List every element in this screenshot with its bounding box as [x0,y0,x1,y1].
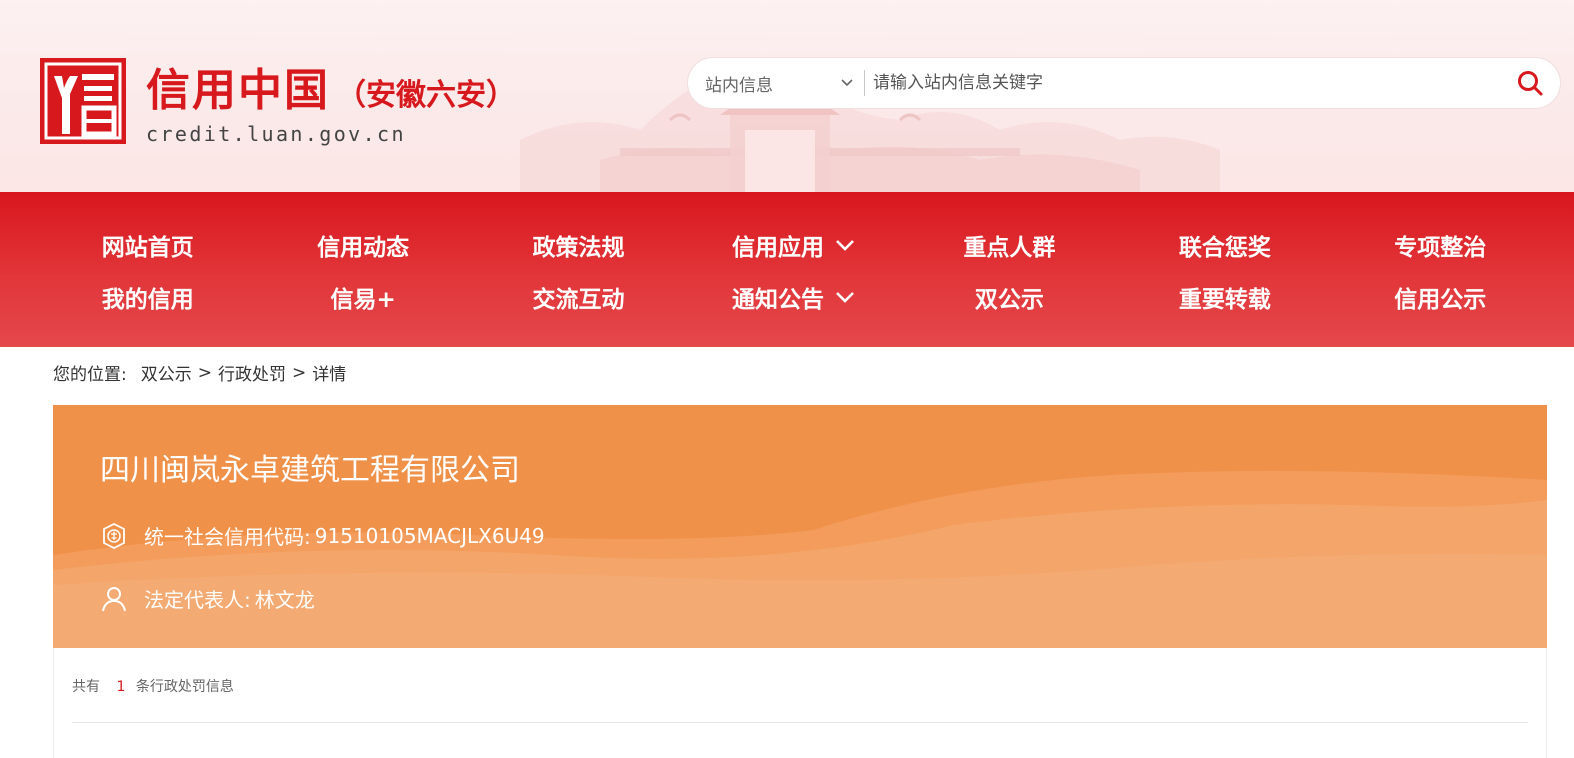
legal-rep-value: 林文龙 [254,588,315,612]
nav-item-notices[interactable]: 通知公告 [686,280,901,314]
breadcrumb-item-double-publicity[interactable]: 双公示 [141,360,192,385]
search-scope-value: 站内信息 [705,75,773,96]
nav-item-credit-news[interactable]: 信用动态 [255,228,470,262]
enterprise-badge-icon [103,522,125,549]
site-logo[interactable]: 信用中国 （安徽六安） credit.luan.gov.cn [40,58,516,146]
record-count-suffix: 条行政处罚信息 [135,679,234,695]
nav-item-double-publicity[interactable]: 双公示 [902,280,1117,314]
search-bar: 站内信息 [688,57,1560,109]
search-input[interactable] [865,57,1500,109]
credit-code-value: 91510105MACJLX6U49 [314,523,545,548]
company-banner: 四川闽岚永卓建筑工程有限公司 统一社会信用代码: 91510105MACJLX6… [53,405,1547,648]
main-nav: 网站首页 信用动态 政策法规 信用应用 重点人群 联合惩奖 专项整治 我的信用 … [0,192,1574,347]
record-count: 1 [116,679,126,695]
records-panel: 共有 1 条行政处罚信息 [53,648,1547,758]
logo-url: credit.luan.gov.cn [146,122,406,146]
nav-item-policies[interactable]: 政策法规 [471,228,686,262]
legal-rep-label: 法定代表人: [144,588,251,612]
credit-code-label: 统一社会信用代码: [144,525,311,549]
nav-item-my-credit[interactable]: 我的信用 [40,280,255,314]
credit-code-row: 统一社会信用代码: 91510105MACJLX6U49 [100,521,545,550]
chevron-down-icon [836,240,854,251]
logo-subtitle: （安徽六安） [336,78,516,113]
record-count-prefix: 共有 [72,679,100,695]
search-scope-select[interactable]: 站内信息 [688,71,864,96]
breadcrumb-prefix: 您的位置: [53,365,127,385]
nav-item-credit-publicity[interactable]: 信用公示 [1333,280,1548,314]
logo-title: 信用中国 [146,65,330,116]
nav-item-joint-rewards[interactable]: 联合惩奖 [1117,228,1332,262]
breadcrumb-item-penalty[interactable]: 行政处罚 [218,360,286,385]
company-name: 四川闽岚永卓建筑工程有限公司 [100,453,520,488]
breadcrumb-separator: > [291,362,307,383]
legal-rep-row: 法定代表人: 林文龙 [100,584,315,613]
nav-item-key-groups[interactable]: 重点人群 [902,228,1117,262]
breadcrumb: 您的位置: 双公示 > 行政处罚 > 详情 [53,360,347,386]
credit-logo-icon [40,58,126,144]
nav-row-2: 我的信用 信易+ 交流互动 通知公告 双公示 重要转载 信用公示 [40,280,1548,314]
nav-row-1: 网站首页 信用动态 政策法规 信用应用 重点人群 联合惩奖 专项整治 [40,228,1548,262]
nav-item-reprints[interactable]: 重要转载 [1117,280,1332,314]
search-button[interactable] [1500,58,1560,108]
site-header: 信用中国 （安徽六安） credit.luan.gov.cn 站内信息 [0,0,1574,192]
breadcrumb-item-current: 详情 [312,365,347,385]
chevron-down-icon [841,79,853,87]
person-icon [102,586,126,611]
nav-item-home[interactable]: 网站首页 [40,228,255,262]
nav-item-interaction[interactable]: 交流互动 [471,280,686,314]
record-count-line: 共有 1 条行政处罚信息 [72,676,234,696]
nav-item-special-rectification[interactable]: 专项整治 [1333,228,1548,262]
nav-item-xinyi-plus[interactable]: 信易+ [255,280,470,314]
nav-item-credit-apps[interactable]: 信用应用 [686,228,901,262]
breadcrumb-separator: > [197,362,212,383]
search-icon [1518,71,1543,96]
chevron-down-icon [836,292,854,303]
divider [72,722,1528,723]
